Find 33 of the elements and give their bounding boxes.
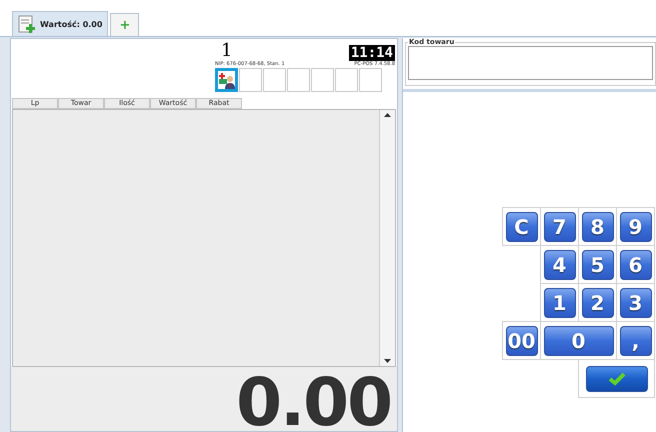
confirm-button[interactable] [586,366,648,392]
keypad-key[interactable]: C [506,212,538,242]
register-number: 1 [221,41,232,61]
keypad-key[interactable]: 2 [582,288,614,318]
keypad-key[interactable]: 0 [544,326,614,356]
customer-icon [218,72,235,88]
empty-tile[interactable] [335,68,358,92]
scrollbar[interactable] [379,110,395,366]
keypad-key[interactable]: 8 [582,212,614,242]
receipt-tab[interactable]: Wartość: 0.00 [12,11,108,36]
scroll-up-icon[interactable] [384,113,391,117]
keypad-key[interactable]: 9 [620,212,652,242]
keypad-key[interactable]: 5 [582,250,614,280]
receipt-add-icon [18,14,36,34]
add-tab[interactable]: + [110,13,140,36]
keypad-key[interactable]: 4 [544,250,576,280]
empty-tile[interactable] [311,68,334,92]
keypad-key[interactable]: 3 [620,288,652,318]
keypad-key[interactable]: , [620,326,652,356]
clock: 11:14 [348,45,395,61]
customer-tile[interactable] [215,68,238,92]
keypad-key[interactable]: 00 [506,326,538,356]
empty-tile[interactable] [239,68,262,92]
keypad-key[interactable]: 1 [544,288,576,318]
empty-tile[interactable] [287,68,310,92]
keypad-key[interactable]: 6 [620,250,652,280]
empty-tile[interactable] [263,68,286,92]
keypad-key[interactable]: 7 [544,212,576,242]
empty-tile[interactable] [359,68,382,92]
product-code-field[interactable] [408,46,653,80]
checkmark-icon [608,371,626,386]
scroll-down-icon[interactable] [384,359,391,363]
total-amount: 0.00 [236,375,391,431]
